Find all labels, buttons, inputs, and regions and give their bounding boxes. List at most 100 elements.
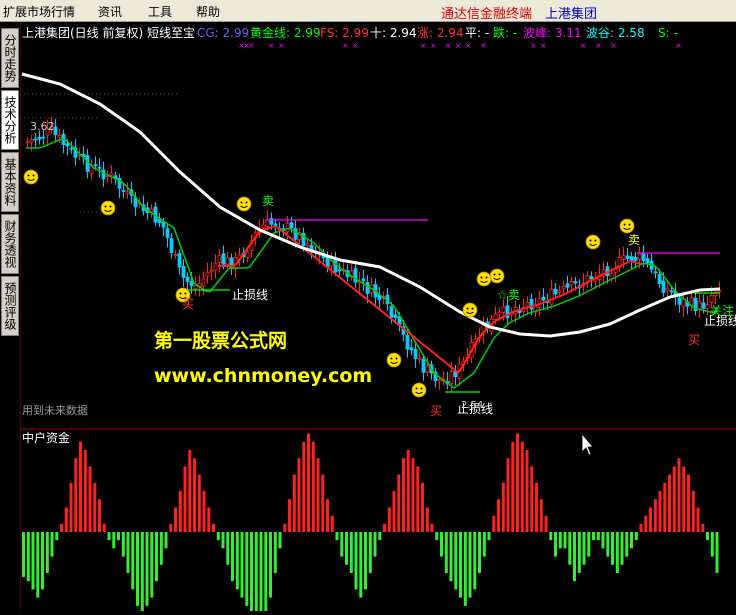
x-mark: × bbox=[540, 41, 547, 50]
side-tab-bar: 分时走势 技术分析 基本资料 财务透视 预测评级 bbox=[0, 22, 20, 611]
candle-body bbox=[621, 255, 626, 260]
candle-body bbox=[69, 147, 74, 150]
capital-bar bbox=[178, 491, 182, 532]
capital-bar bbox=[197, 474, 201, 532]
x-mark: × bbox=[445, 41, 452, 50]
candle-body bbox=[645, 258, 650, 263]
candle-body bbox=[609, 273, 614, 280]
candle-body bbox=[573, 281, 578, 284]
indicator-7: 波峰: 3.11 bbox=[523, 26, 582, 40]
capital-bar bbox=[340, 532, 344, 557]
candle-body bbox=[265, 219, 270, 227]
indicator-8: 波谷: 2.58 bbox=[586, 26, 645, 40]
capital-bar bbox=[60, 523, 63, 532]
indicator-4: 涨: 2.94 bbox=[417, 25, 464, 40]
candle-body bbox=[205, 272, 210, 277]
menu-help[interactable]: 帮助 bbox=[196, 3, 220, 20]
capital-bar bbox=[478, 532, 481, 573]
x-mark: × bbox=[530, 41, 537, 50]
candle-body bbox=[549, 289, 554, 305]
capital-bar bbox=[235, 532, 239, 590]
tab-basic-info[interactable]: 基本资料 bbox=[1, 152, 19, 212]
x-mark: × bbox=[580, 41, 587, 50]
capital-bar bbox=[649, 507, 652, 532]
capital-bar bbox=[440, 532, 443, 557]
candle-body bbox=[425, 365, 430, 373]
watermark-title: 第一股票公式网 bbox=[154, 329, 287, 352]
capital-bar bbox=[383, 523, 386, 532]
capital-bar bbox=[706, 532, 709, 541]
capital-bar bbox=[373, 532, 377, 557]
candle-body bbox=[493, 313, 498, 320]
indicator-5: 平: - bbox=[465, 26, 489, 40]
candle-body bbox=[177, 253, 182, 268]
capital-bar bbox=[174, 507, 177, 532]
smiley-icon bbox=[585, 234, 601, 250]
capital-bar bbox=[592, 532, 595, 541]
smiley-icon bbox=[23, 169, 39, 185]
capital-bar bbox=[50, 532, 54, 557]
candle-body bbox=[193, 285, 198, 290]
tab-intraday[interactable]: 分时走势 bbox=[1, 28, 19, 88]
watermark-url: www.chnmoney.com bbox=[154, 365, 372, 387]
capital-bar bbox=[316, 458, 320, 532]
capital-bar bbox=[326, 499, 329, 532]
capital-bar bbox=[549, 532, 553, 541]
smiley-icon bbox=[236, 196, 252, 212]
capital-bar bbox=[473, 532, 477, 590]
capital-bar bbox=[98, 499, 101, 532]
capital-bar bbox=[459, 532, 462, 598]
x-mark: × bbox=[480, 41, 487, 50]
capital-bar bbox=[582, 532, 586, 565]
capital-bar bbox=[131, 532, 135, 590]
capital-bar bbox=[701, 523, 705, 532]
candle-body bbox=[25, 141, 30, 144]
indicator-readouts: CG: 2.99 黄金线: 2.99 FS: 2.99 十: 2.94 涨: 2.94 平… bbox=[197, 25, 678, 40]
candle-body bbox=[261, 224, 266, 228]
tab-technical-analysis[interactable]: 技术分析 bbox=[1, 90, 19, 150]
capital-bar bbox=[283, 523, 287, 532]
capital-bar bbox=[297, 458, 301, 532]
candle-body bbox=[641, 253, 646, 262]
smiley-icon bbox=[462, 302, 478, 318]
capital-bar bbox=[93, 482, 97, 532]
tab-financial[interactable]: 财务透视 bbox=[1, 214, 19, 274]
capital-bar bbox=[345, 532, 348, 565]
x-mark: × bbox=[420, 41, 427, 50]
chart-area[interactable]: 上港集团(日线 前复权) 短线至宝 CG: 2.99 黄金线: 2.99 FS: 2… bbox=[19, 22, 736, 615]
capital-bar bbox=[136, 532, 139, 606]
capital-bar bbox=[117, 532, 120, 541]
capital-bar bbox=[653, 499, 657, 532]
candle-body bbox=[109, 172, 114, 176]
capital-bar bbox=[216, 532, 220, 541]
capital-bar bbox=[221, 532, 225, 549]
candle-body bbox=[289, 222, 294, 229]
capital-bar bbox=[254, 532, 258, 615]
candle-body bbox=[421, 358, 426, 373]
capital-bar bbox=[601, 532, 605, 549]
candle-body bbox=[565, 283, 570, 288]
candle-body bbox=[269, 218, 274, 225]
capital-bar bbox=[302, 441, 306, 532]
capital-bar bbox=[107, 532, 111, 541]
capital-bar bbox=[193, 458, 196, 532]
menu-tools[interactable]: 工具 bbox=[148, 3, 172, 20]
candle-body bbox=[669, 290, 674, 293]
sell-signal: 卖 bbox=[262, 194, 274, 208]
menu-extended-market[interactable]: 扩展市场行情 bbox=[3, 3, 75, 20]
indicator-1: 黄金线: 2.99 bbox=[250, 25, 321, 40]
candle-body bbox=[217, 255, 222, 263]
candle-body bbox=[629, 256, 634, 261]
candle-body bbox=[285, 223, 290, 233]
price-low-label: 2.54 bbox=[461, 400, 483, 411]
smiley-icon bbox=[386, 352, 402, 368]
tab-forecast[interactable]: 预测评级 bbox=[1, 276, 19, 336]
candle-body bbox=[569, 280, 574, 286]
x-mark: × bbox=[268, 41, 275, 50]
candle-body bbox=[661, 280, 666, 293]
menu-news[interactable]: 资讯 bbox=[98, 3, 122, 20]
capital-bar bbox=[69, 482, 73, 532]
candle-body bbox=[705, 304, 710, 309]
capital-bar bbox=[587, 532, 591, 557]
candle-body bbox=[501, 306, 506, 313]
